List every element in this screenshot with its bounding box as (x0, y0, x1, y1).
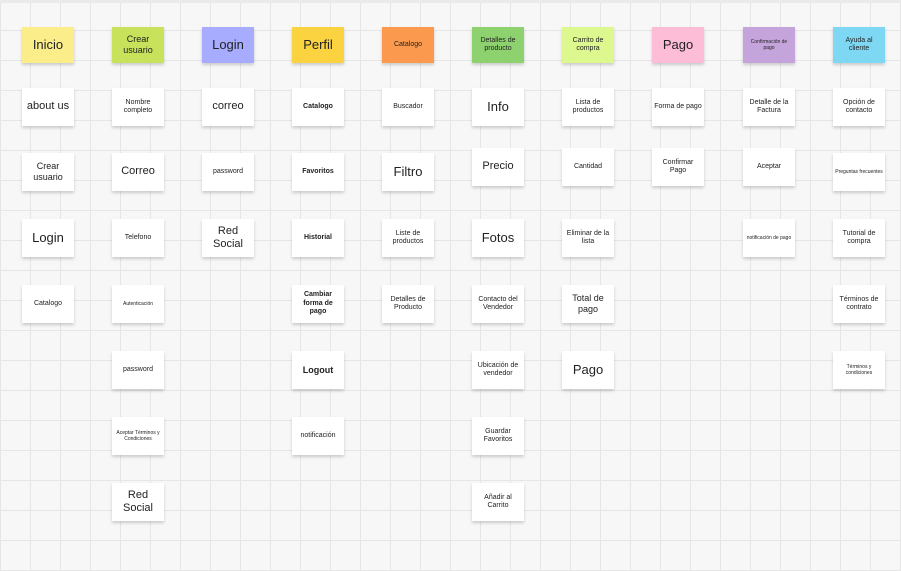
header-sticky-catalogo[interactable]: Catalogo (382, 27, 434, 63)
sticky-note[interactable]: password (202, 153, 254, 191)
sticky-note[interactable]: Autenticación (112, 285, 164, 323)
column-carrito-de-compra: Carrito de compra Lista de productos Can… (562, 0, 614, 571)
sticky-note[interactable]: Telefono (112, 219, 164, 257)
header-sticky-ayuda-al-cliente[interactable]: Ayuda al cliente (833, 27, 885, 63)
sticky-note[interactable]: Red Social (202, 219, 254, 257)
header-sticky-login[interactable]: Login (202, 27, 254, 63)
sticky-note[interactable]: Eliminar de la lista (562, 219, 614, 257)
header-sticky-confirmacion-de-pago[interactable]: Confirmación de pago (743, 27, 795, 63)
sticky-note[interactable]: Info (472, 88, 524, 126)
sticky-note[interactable]: password (112, 351, 164, 389)
sticky-note[interactable]: notificación de pago (743, 219, 795, 257)
column-catalogo: Catalogo Buscador Filtro Liste de produc… (382, 0, 434, 571)
sticky-note[interactable]: correo (202, 88, 254, 126)
sticky-note[interactable]: Cambiar forma de pago (292, 285, 344, 323)
sticky-note[interactable]: Preguntas frecuentes (833, 153, 885, 191)
column-login: Login correo password Red Social (202, 0, 254, 571)
sticky-note[interactable]: Opción de contacto (833, 88, 885, 126)
column-ayuda-al-cliente: Ayuda al cliente Opción de contacto Preg… (833, 0, 885, 571)
sticky-note[interactable]: Pago (562, 351, 614, 389)
sticky-note[interactable]: Precio (472, 148, 524, 186)
column-perfil: Perfil Catalogo Favoritos Historial Camb… (292, 0, 344, 571)
sticky-note[interactable]: about us (22, 88, 74, 126)
sticky-note[interactable]: Buscador (382, 88, 434, 126)
sticky-note[interactable]: Detalles de Producto (382, 285, 434, 323)
header-sticky-perfil[interactable]: Perfil (292, 27, 344, 63)
sticky-note[interactable]: Logout (292, 351, 344, 389)
header-sticky-inicio[interactable]: Inicio (22, 27, 74, 63)
sticky-note[interactable]: Catalogo (292, 88, 344, 126)
sticky-note[interactable]: Cantidad (562, 148, 614, 186)
sticky-note[interactable]: Confirmar Pago (652, 148, 704, 186)
sticky-note[interactable]: Aceptar Términos y Condiciones (112, 417, 164, 455)
sticky-note[interactable]: Crear usuario (22, 153, 74, 191)
column-detalles-de-producto: Detalles de producto Info Precio Fotos C… (472, 0, 524, 571)
column-pago: Pago Forma de pago Confirmar Pago (652, 0, 704, 571)
sticky-note[interactable]: Contacto del Vendedor (472, 285, 524, 323)
sticky-note[interactable]: Forma de pago (652, 88, 704, 126)
sticky-note[interactable]: Términos de contrato (833, 285, 885, 323)
sticky-note[interactable]: Lista de productos (562, 88, 614, 126)
sticky-note[interactable]: Login (22, 219, 74, 257)
whiteboard-canvas[interactable]: Inicio about us Crear usuario Login Cata… (0, 0, 901, 571)
sticky-note[interactable]: Historial (292, 219, 344, 257)
header-sticky-detalles-de-producto[interactable]: Detalles de producto (472, 27, 524, 63)
sticky-note[interactable]: Fotos (472, 219, 524, 257)
sticky-note[interactable]: Detalle de la Factura (743, 88, 795, 126)
sticky-note[interactable]: Correo (112, 153, 164, 191)
column-confirmacion-de-pago: Confirmación de pago Detalle de la Factu… (743, 0, 795, 571)
sticky-note[interactable]: notificación (292, 417, 344, 455)
sticky-note[interactable]: Tutorial de compra (833, 219, 885, 257)
column-inicio: Inicio about us Crear usuario Login Cata… (22, 0, 74, 571)
header-sticky-crear-usuario[interactable]: Crear usuario (112, 27, 164, 63)
sticky-note[interactable]: Términos y condiciones (833, 351, 885, 389)
sticky-note[interactable]: Añadir al Carrito (472, 483, 524, 521)
sticky-note[interactable]: Liste de productos (382, 219, 434, 257)
column-crear-usuario: Crear usuario Nombre completo Correo Tel… (112, 0, 164, 571)
sticky-note[interactable]: Ubicación de vendedor (472, 351, 524, 389)
header-sticky-carrito-de-compra[interactable]: Carrito de compra (562, 27, 614, 63)
sticky-note[interactable]: Total de pago (562, 285, 614, 323)
sticky-note[interactable]: Favoritos (292, 153, 344, 191)
sticky-note[interactable]: Aceptar (743, 148, 795, 186)
sticky-note[interactable]: Filtro (382, 153, 434, 191)
sticky-note[interactable]: Catalogo (22, 285, 74, 323)
sticky-note[interactable]: Nombre completo (112, 88, 164, 126)
sticky-note[interactable]: Red Social (112, 483, 164, 521)
header-sticky-pago[interactable]: Pago (652, 27, 704, 63)
sticky-note[interactable]: Guardar Favoritos (472, 417, 524, 455)
